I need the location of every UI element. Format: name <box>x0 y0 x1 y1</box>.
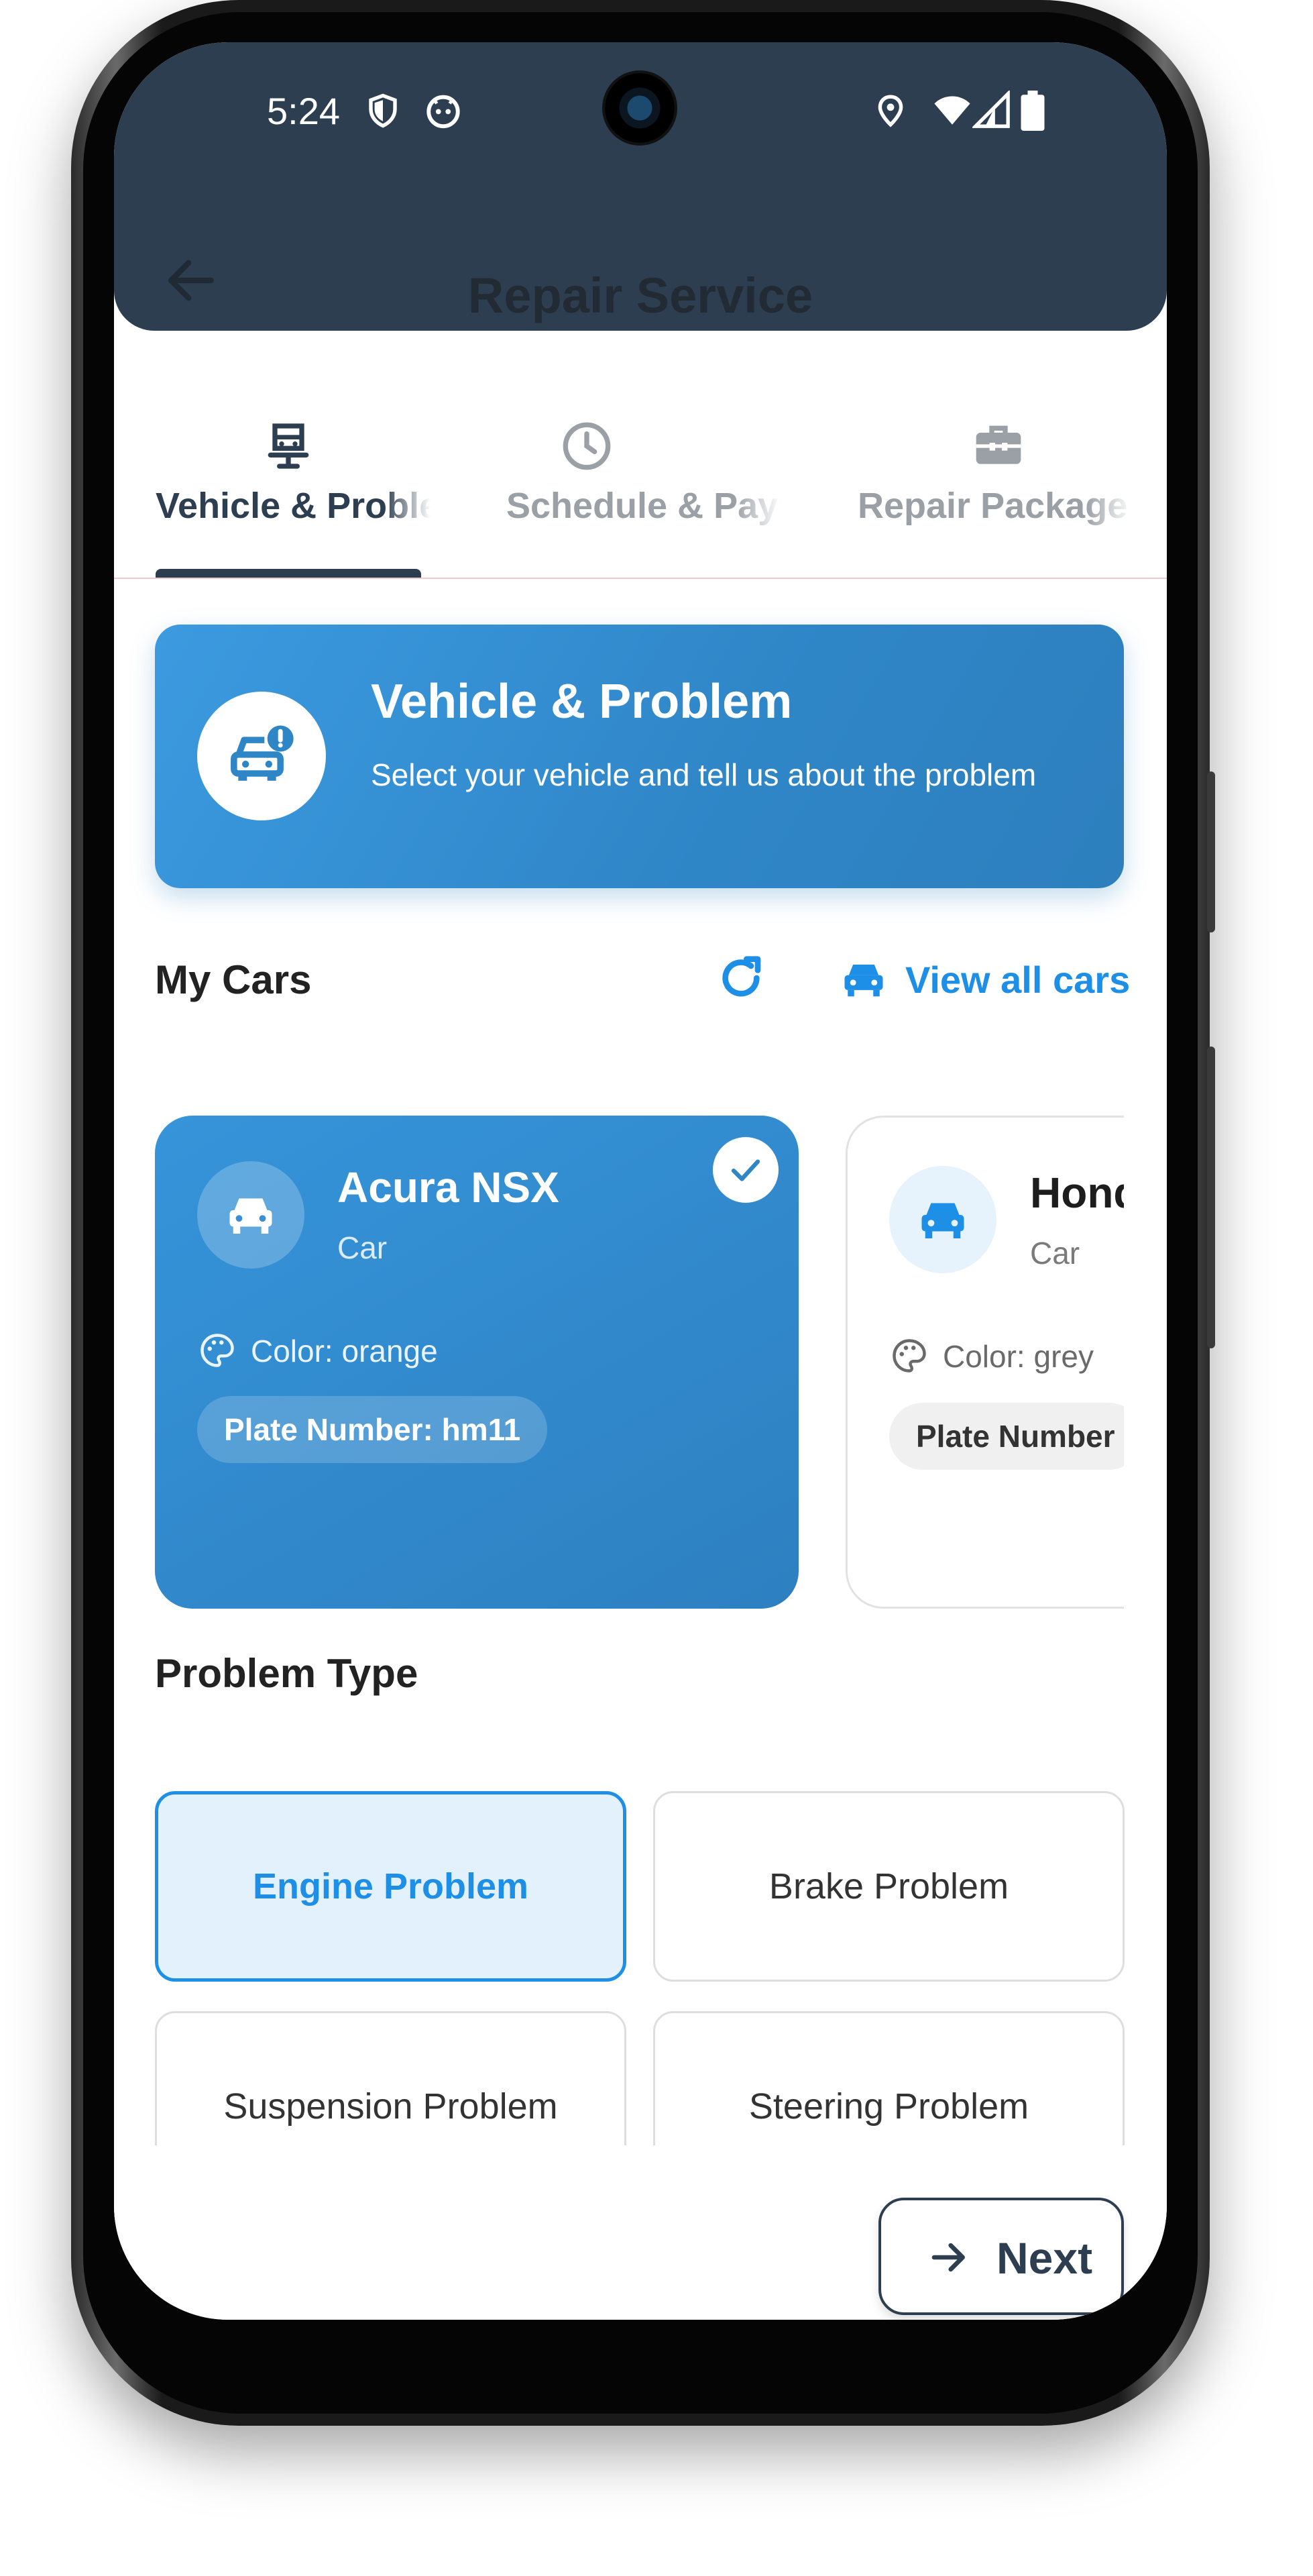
tab-vehicle-problem[interactable]: Vehicle & Problem <box>156 331 431 578</box>
car-avatar <box>889 1166 996 1273</box>
problem-type-heading: Problem Type <box>155 1651 418 1696</box>
problem-option-label: Engine Problem <box>252 1866 529 1907</box>
active-tab-indicator <box>156 569 421 578</box>
step-tabs: Vehicle & Problem Schedule & Payment Rep… <box>114 331 1167 579</box>
car-card-honda[interactable]: Honda Car Color: grey Plate Number <box>846 1116 1124 1609</box>
car-card-acura[interactable]: Acura NSX Car Color: orange Plate Number… <box>155 1116 799 1609</box>
banner-title: Vehicle & Problem <box>371 675 793 729</box>
signal-icon <box>972 91 1010 128</box>
car-type: Car <box>337 1230 388 1265</box>
wifi-icon <box>934 96 970 125</box>
app-header: 5:24 Repair Service <box>114 42 1167 331</box>
problem-option-label: Steering Problem <box>748 2086 1029 2127</box>
plate-chip: Plate Number <box>889 1403 1124 1470</box>
car-color: Color: orange <box>251 1334 438 1368</box>
car-icon <box>921 1203 964 1238</box>
arrow-right-icon <box>931 2243 965 2272</box>
banner-icon-circle <box>197 692 326 820</box>
tab-fade <box>734 478 781 532</box>
shield-icon <box>369 93 397 128</box>
plate-number: Plate Number <box>916 1419 1115 1454</box>
next-button[interactable]: Next <box>878 2198 1124 2315</box>
banner-subtitle: Select your vehicle and tell us about th… <box>371 757 1037 792</box>
location-pin-icon <box>878 95 903 127</box>
tab-repair-package[interactable]: Repair Package <box>858 331 1133 578</box>
plate-number: Plate Number: hm11 <box>224 1412 521 1447</box>
tab-fade <box>384 478 431 532</box>
view-all-cars-label: View all cars <box>905 959 1131 1001</box>
next-button-label: Next <box>996 2233 1093 2283</box>
status-time: 5:24 <box>267 90 340 132</box>
selected-check-badge <box>713 1137 779 1203</box>
status-bar: 5:24 <box>114 42 1167 156</box>
car-avatar <box>197 1161 304 1269</box>
car-color: Color: grey <box>943 1339 1094 1374</box>
page-title: Repair Service <box>467 268 813 323</box>
problem-option-steering[interactable]: Steering Problem <box>653 2011 1125 2145</box>
problem-option-suspension[interactable]: Suspension Problem <box>155 2011 626 2145</box>
car-seat-icon <box>268 423 309 469</box>
front-camera <box>605 73 675 143</box>
main-content: Vehicle & Problem Select your vehicle an… <box>114 579 1167 2145</box>
problem-option-label: Suspension Problem <box>223 2086 558 2127</box>
app-screen: 5:24 Repair Service Vehicle & Pro Schedu… <box>114 42 1167 2320</box>
problem-option-brake[interactable]: Brake Problem <box>653 1791 1125 1982</box>
toolbox-icon <box>976 425 1021 464</box>
problem-option-label: Brake Problem <box>768 1866 1009 1907</box>
step-banner: Vehicle & Problem Select your vehicle an… <box>155 625 1124 888</box>
clock-icon <box>563 422 611 470</box>
car-type: Car <box>1030 1236 1080 1271</box>
power-button <box>1207 771 1215 932</box>
plate-chip: Plate Number: hm11 <box>197 1396 548 1463</box>
bottom-action-bar: Next <box>114 2145 1167 2320</box>
check-icon <box>731 1159 760 1181</box>
refresh-icon[interactable] <box>714 951 768 1005</box>
my-cars-heading: My Cars <box>155 957 312 1002</box>
volume-button <box>1207 1046 1215 1348</box>
android-face-icon <box>426 95 460 129</box>
palette-icon <box>201 1334 234 1367</box>
battery-icon <box>1021 91 1045 131</box>
car-name: Acura NSX <box>337 1163 559 1212</box>
palette-icon <box>893 1339 926 1373</box>
tab-schedule-payment[interactable]: Schedule & Payment <box>506 331 781 578</box>
cars-carousel[interactable]: Acura NSX Car Color: orange Plate Number… <box>155 1116 1124 1615</box>
car-name: Honda <box>1030 1169 1124 1217</box>
car-icon <box>844 964 883 997</box>
car-icon <box>229 1198 272 1234</box>
tab-fade <box>1086 478 1133 532</box>
car-alert-icon <box>231 725 294 781</box>
problem-option-engine[interactable]: Engine Problem <box>155 1791 626 1982</box>
